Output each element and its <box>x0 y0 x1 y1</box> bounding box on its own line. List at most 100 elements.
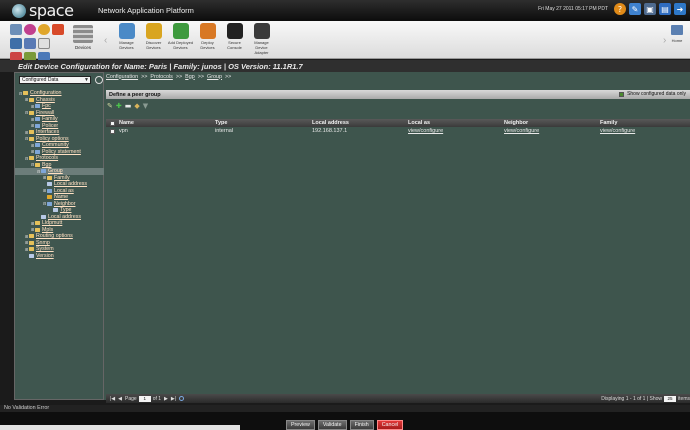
window-icon[interactable]: ▤ <box>659 3 671 15</box>
move-up-icon[interactable]: ◆ <box>134 102 139 110</box>
validate-button[interactable]: Validate <box>317 420 347 430</box>
breadcrumb-item[interactable]: Bgp <box>185 74 195 80</box>
folder-icon <box>23 91 28 96</box>
tree-node-label[interactable]: Configuration <box>30 90 62 96</box>
validation-status: No Validation Error <box>0 405 690 412</box>
tree-node-label[interactable]: Chassis <box>36 97 55 103</box>
tree-node-label[interactable]: Local address <box>54 181 87 187</box>
data-filter-select[interactable]: Configured Data ▼ <box>19 76 91 84</box>
neighbor-link[interactable]: view/configure <box>504 128 539 134</box>
discover-devices-icon <box>145 23 162 39</box>
ribbon-action-5[interactable]: Manage Device Adapter <box>248 23 275 55</box>
tree-node-label[interactable]: Lldpmutt <box>42 220 62 226</box>
ribbon-action-0[interactable]: Manage Devices <box>113 23 140 55</box>
tree-node-label[interactable]: Community <box>42 142 69 148</box>
cancel-button[interactable]: Cancel <box>376 420 404 430</box>
col-neighbor[interactable]: Neighbor <box>504 120 528 126</box>
tree-node-label[interactable]: Protocols <box>36 155 58 161</box>
tree-node-label[interactable]: Bgp <box>42 162 51 168</box>
tree-node[interactable]: Version <box>15 253 105 260</box>
page-label: Page <box>125 395 137 402</box>
select-all-checkbox[interactable] <box>110 120 115 126</box>
filter-value: Configured Data <box>22 77 59 83</box>
breadcrumb-separator: >> <box>141 73 148 80</box>
refresh-icon[interactable] <box>179 396 185 401</box>
tree-node-label[interactable]: Policy options <box>36 136 69 142</box>
preferences-icon[interactable]: ✎ <box>629 3 641 15</box>
tree-node-label[interactable]: Family <box>54 175 70 181</box>
last-page-icon[interactable]: ▶| <box>171 396 176 402</box>
jobs-workspace-icon[interactable] <box>38 38 50 49</box>
reports-workspace-icon[interactable] <box>10 38 22 49</box>
items-label: items <box>678 395 690 402</box>
logout-icon[interactable]: ➜ <box>674 3 686 15</box>
table-row[interactable]: vpn internal 192.168.137.1 view/configur… <box>106 128 690 135</box>
ribbon-action-4[interactable]: Secure Console <box>221 23 248 55</box>
monitor-workspace-icon[interactable] <box>24 38 36 49</box>
tree-node-label[interactable]: Mpls <box>42 227 53 233</box>
show-configured-toggle[interactable]: Show configured data only <box>619 91 686 97</box>
col-name[interactable]: Name <box>119 120 134 126</box>
edit-icon[interactable]: ✎ <box>107 102 113 110</box>
ribbon-action-1[interactable]: Discover Devices <box>140 23 167 55</box>
folder-icon <box>35 221 40 226</box>
breadcrumb-item[interactable]: Group <box>207 74 222 80</box>
tree-node-label[interactable]: Local as <box>54 188 74 194</box>
tree-node-label[interactable]: Routing options <box>36 233 73 239</box>
scroll-right-icon[interactable]: › <box>663 35 666 46</box>
local-as-link[interactable]: view/configure <box>408 128 443 134</box>
add-icon[interactable]: ✚ <box>116 102 122 110</box>
preview-button[interactable]: Preview <box>286 420 315 430</box>
col-local-as[interactable]: Local as <box>408 120 430 126</box>
breadcrumb: Configuration >> Protocols >> Bgp >> Group >> <box>106 73 231 80</box>
network-workspace-icon[interactable] <box>38 24 50 35</box>
help-icon[interactable]: ? <box>614 3 626 15</box>
services-workspace-icon[interactable] <box>24 24 36 35</box>
home-button[interactable]: Home <box>670 25 684 43</box>
device-adapter-icon <box>253 23 270 39</box>
tree-node-label[interactable]: Name <box>54 194 68 200</box>
delete-icon[interactable]: ▬ <box>125 102 132 110</box>
family-link[interactable]: view/configure <box>600 128 635 134</box>
col-family[interactable]: Family <box>600 120 617 126</box>
show-configured-checkbox[interactable] <box>619 91 625 97</box>
tree-node-label[interactable]: Snmp <box>36 240 50 246</box>
ribbon-action-3[interactable]: Deploy Devices <box>194 23 221 55</box>
search-icon[interactable] <box>95 76 103 84</box>
prev-page-icon[interactable]: ◀ <box>118 396 122 402</box>
tree-node-label[interactable]: Policer <box>42 123 58 129</box>
tree-node-label[interactable]: System <box>36 246 54 252</box>
ribbon-action-2[interactable]: Add Deployed Devices <box>167 23 194 55</box>
tree-node-label[interactable]: Group <box>48 168 63 174</box>
breadcrumb-item[interactable]: Configuration <box>106 74 138 80</box>
next-page-icon[interactable]: ▶ <box>164 396 168 402</box>
col-local-address[interactable]: Local address <box>312 120 349 126</box>
breadcrumb-separator: >> <box>197 73 205 80</box>
page-input[interactable]: 1 <box>138 395 151 402</box>
breadcrumb-item[interactable]: Protocols <box>150 74 172 80</box>
devices-workspace-button[interactable]: Devices <box>68 24 98 56</box>
tree-node-label[interactable]: Version <box>36 253 54 259</box>
tree-node-label[interactable]: Neighbor <box>54 201 76 207</box>
tree-node-label[interactable]: Policy statement <box>42 149 81 155</box>
tree-node-label[interactable]: Local address <box>48 214 81 220</box>
user-icon[interactable]: ▣ <box>644 3 656 15</box>
cell-name: vpn <box>119 128 128 134</box>
tree-node-label[interactable]: Interfaces <box>36 129 59 135</box>
row-checkbox[interactable] <box>110 129 115 134</box>
tree-node-label[interactable]: Fpc <box>42 103 51 109</box>
wizard-buttons: Preview Validate Finish Cancel <box>286 420 404 430</box>
tree-node-label[interactable]: Type <box>60 207 71 213</box>
tree-node-label[interactable]: Firewall <box>36 110 54 116</box>
display-count: Displaying 1 - 1 of 1 | Show <box>601 395 663 402</box>
col-type[interactable]: Type <box>215 120 227 126</box>
tree-node-label[interactable]: Family <box>42 116 58 122</box>
move-down-icon[interactable]: ▼ <box>143 102 148 110</box>
first-page-icon[interactable]: |◀ <box>110 396 115 402</box>
tasks-workspace-icon[interactable] <box>52 24 64 35</box>
devices-workspace-icon[interactable] <box>10 24 22 35</box>
scroll-left-icon[interactable]: ‹ <box>104 35 107 46</box>
finish-button[interactable]: Finish <box>349 420 374 430</box>
ribbon-action-label: Manage Devices <box>119 40 134 50</box>
page-size-select[interactable]: 25 <box>664 395 677 402</box>
